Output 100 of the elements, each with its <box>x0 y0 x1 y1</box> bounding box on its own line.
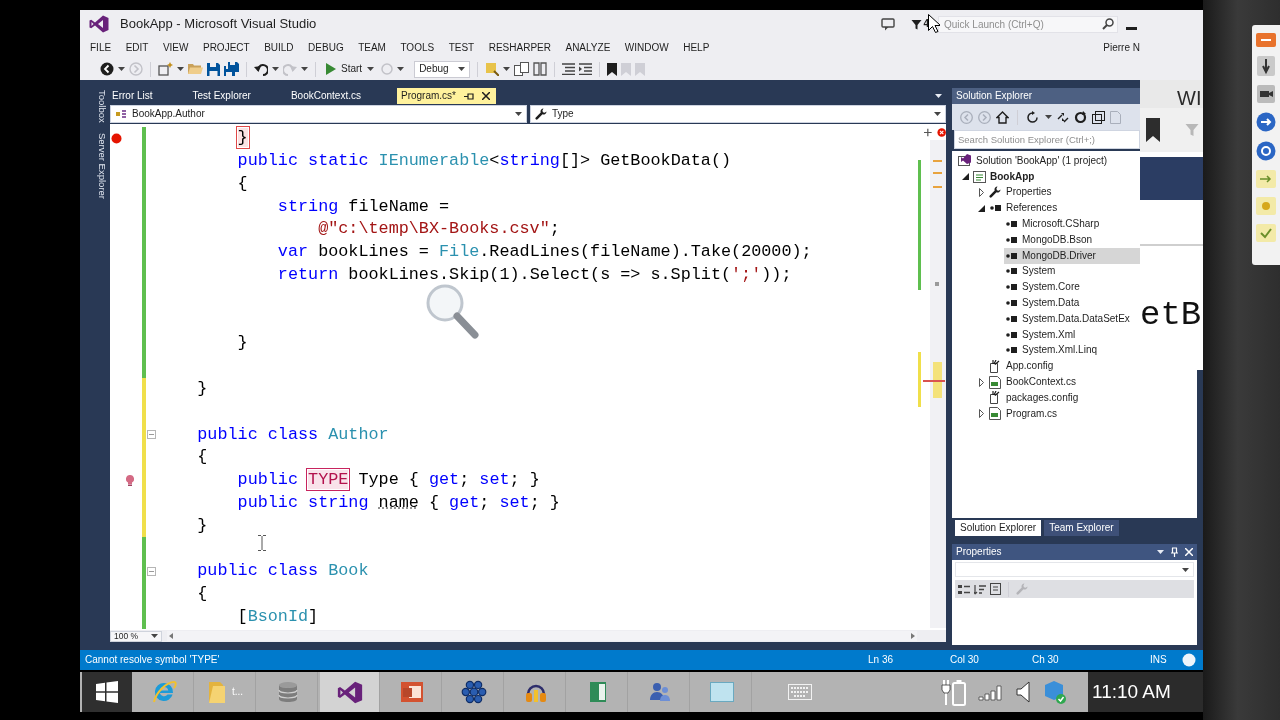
menu-item[interactable]: DEBUG <box>301 42 351 54</box>
side-tab[interactable]: Server Explorer <box>88 132 108 199</box>
triangle-right-icon[interactable] <box>978 377 984 387</box>
sort-list-icon[interactable] <box>974 583 986 595</box>
user-name[interactable]: Pierre N <box>1103 42 1140 54</box>
taskbar-button[interactable] <box>320 672 380 712</box>
menu-item[interactable]: ANALYZE <box>558 42 618 54</box>
lines-icon[interactable] <box>562 63 576 75</box>
undo-icon[interactable] <box>254 62 268 76</box>
collapse-box-icon[interactable] <box>147 567 156 577</box>
monitor-icon[interactable] <box>881 17 896 31</box>
menu-item[interactable]: TEAM <box>351 42 393 54</box>
back-icon[interactable] <box>100 62 114 76</box>
refresh-icon[interactable] <box>1074 110 1087 124</box>
breakpoint-icon[interactable] <box>111 132 122 144</box>
note-check-icon[interactable] <box>1256 224 1276 242</box>
tree-item[interactable]: System.Core <box>1004 279 1083 296</box>
triangle-down-icon[interactable] <box>961 173 969 181</box>
plug-battery-icon[interactable] <box>941 678 966 706</box>
property-pages-icon[interactable] <box>990 583 1001 595</box>
tool-window-tab[interactable]: Team Explorer <box>1044 520 1119 536</box>
bookmark-icon[interactable] <box>607 62 618 76</box>
document-tab[interactable]: BookContext.cs <box>286 88 397 104</box>
home-icon[interactable] <box>996 110 1009 124</box>
zoom-dropdown[interactable]: 100 % <box>110 630 162 642</box>
tool-window-tab[interactable]: Solution Explorer <box>955 520 1042 536</box>
quick-launch-field[interactable]: Quick Launch (Ctrl+Q) <box>938 15 1118 33</box>
tree-item[interactable]: System.Xml <box>1004 326 1079 343</box>
caret-down-icon[interactable] <box>397 67 405 71</box>
caret-down-icon[interactable] <box>935 94 942 98</box>
bulb-icon[interactable] <box>126 474 134 486</box>
menu-item[interactable]: BUILD <box>257 42 301 54</box>
vertical-scrollbar[interactable] <box>915 140 946 628</box>
save-icon[interactable] <box>207 62 220 76</box>
error-icon[interactable] <box>936 126 946 138</box>
code-editor[interactable] <box>110 124 946 630</box>
tree-item[interactable]: MongoDB.Bson <box>1004 232 1096 248</box>
funnel-icon[interactable] <box>911 18 923 30</box>
menu-item[interactable]: HELP <box>676 42 717 54</box>
class-dropdown[interactable]: BookApp.Author <box>110 105 527 123</box>
tree-item[interactable]: System.Xml.Linq <box>1004 342 1101 359</box>
menu-item[interactable]: RESHARPER <box>481 42 558 54</box>
minus-tile-icon[interactable] <box>1256 33 1276 47</box>
search-field[interactable]: Search Solution Explorer (Ctrl+;) <box>954 130 1140 149</box>
categories-icon[interactable] <box>958 583 970 595</box>
plus-icon[interactable] <box>924 127 932 137</box>
menu-item[interactable]: TOOLS <box>393 42 442 54</box>
caret-down-icon[interactable] <box>301 67 308 71</box>
caret-down-icon[interactable] <box>118 67 125 71</box>
clock[interactable]: 11:10 AM <box>1088 672 1203 712</box>
columns-icon[interactable] <box>533 62 548 76</box>
tree-item[interactable]: App.config <box>988 358 1057 375</box>
caret-down-icon[interactable] <box>503 67 511 71</box>
menu-item[interactable]: EDIT <box>118 42 156 54</box>
arrow-circle-icon[interactable] <box>1256 112 1276 132</box>
tree-item[interactable]: System.Data <box>1004 295 1083 311</box>
start-button[interactable]: Start <box>323 63 378 75</box>
save-all-icon[interactable] <box>224 62 239 76</box>
tree-item[interactable]: System.Data.DataSetEx <box>1004 310 1133 327</box>
minimize-icon[interactable] <box>1126 26 1137 30</box>
menu-item[interactable]: FILE <box>83 42 119 54</box>
sync-icon[interactable] <box>1026 110 1040 124</box>
tree-item[interactable]: Microsoft.CSharp <box>1004 216 1103 232</box>
files-icon[interactable] <box>514 62 530 76</box>
caret-down-icon[interactable] <box>177 67 184 71</box>
speaker-icon[interactable] <box>1016 680 1030 704</box>
caret-down-icon[interactable] <box>272 67 279 71</box>
tree-item[interactable]: BookApp <box>972 168 1038 185</box>
side-tab[interactable]: Toolbox <box>88 90 108 123</box>
document-tab[interactable]: Test Explorer <box>188 88 287 104</box>
tree-item[interactable]: MongoDB.Driver <box>1004 247 1140 264</box>
document-tab[interactable]: Error List <box>108 88 189 104</box>
stacked-squares-icon[interactable] <box>1092 110 1105 124</box>
signal-icon[interactable] <box>978 683 1004 701</box>
tree-item[interactable]: System <box>1004 263 1059 280</box>
caret-down-icon[interactable] <box>1157 550 1164 554</box>
caret-down-icon[interactable] <box>1045 115 1052 119</box>
tree-item[interactable]: BookContext.cs <box>988 374 1080 390</box>
pin-icon[interactable] <box>464 91 474 101</box>
indent-icon[interactable] <box>579 63 593 75</box>
triangle-right-icon[interactable] <box>978 188 984 197</box>
highlight-icon[interactable] <box>485 62 500 76</box>
configuration-dropdown[interactable]: Debug <box>414 60 471 78</box>
arrows-icon[interactable] <box>1057 111 1069 123</box>
menu-item[interactable]: PROJECT <box>195 42 257 54</box>
triangle-right-icon[interactable] <box>978 409 984 419</box>
document-tab[interactable]: Program.cs* <box>396 88 496 104</box>
tree-item[interactable]: Solution 'BookApp' (1 project) <box>958 153 1111 169</box>
tree-item[interactable]: Program.cs <box>988 405 1061 422</box>
triangle-down-icon[interactable] <box>977 204 985 212</box>
menu-item[interactable]: TEST <box>441 42 482 54</box>
target-circle-icon[interactable] <box>1256 141 1276 161</box>
tree-item[interactable]: packages.config <box>988 389 1082 406</box>
member-dropdown[interactable]: Type <box>530 105 946 123</box>
tree-item[interactable]: References <box>988 200 1061 217</box>
start-button[interactable] <box>82 672 132 712</box>
menu-item[interactable]: VIEW <box>155 42 196 54</box>
tree-item[interactable]: Properties <box>988 184 1055 201</box>
camera-icon[interactable] <box>1257 85 1275 103</box>
close-icon[interactable] <box>482 92 490 100</box>
